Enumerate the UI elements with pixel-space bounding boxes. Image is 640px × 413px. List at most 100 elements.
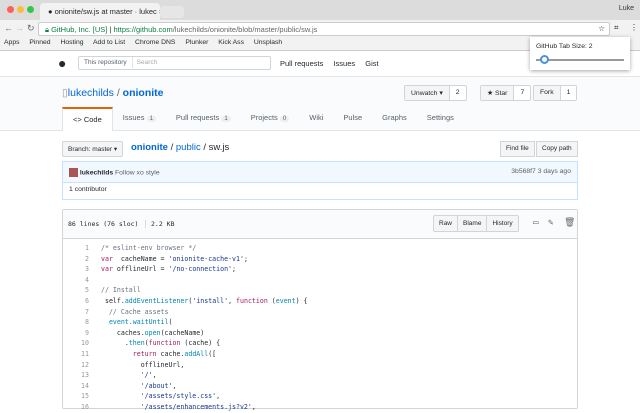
- nav-issues[interactable]: Issues: [333, 59, 355, 68]
- code-token: (cache) {: [180, 339, 221, 348]
- code-token: ,: [251, 402, 256, 411]
- bookmark-pinned[interactable]: Pinned: [29, 39, 50, 46]
- code-token: (: [168, 318, 173, 327]
- nav-gist[interactable]: Gist: [365, 59, 378, 68]
- menu-icon[interactable]: ⋮: [630, 23, 638, 32]
- line-number[interactable]: 7: [63, 307, 101, 318]
- code-token: function: [236, 296, 268, 305]
- close-window-button[interactable]: [7, 6, 14, 13]
- code-token: 'install': [192, 296, 229, 305]
- github-favicon-icon: ●: [48, 7, 55, 16]
- bookmark-unsplash[interactable]: Unsplash: [254, 39, 282, 46]
- browser-toolbar: ← → ↻ 🔒︎ GitHub, Inc. [US] | https://git…: [0, 20, 640, 38]
- line-number[interactable]: 1: [63, 243, 101, 254]
- code-token: return: [101, 349, 157, 358]
- code-token: var: [101, 265, 113, 274]
- tab-graphs[interactable]: Graphs: [372, 107, 417, 131]
- code-line: 16 '/assets/enhancements.js?v2',: [63, 402, 577, 413]
- tab-wiki[interactable]: Wiki: [299, 107, 333, 131]
- line-number[interactable]: 3: [63, 264, 101, 275]
- code-token: var: [101, 254, 113, 263]
- code-token: open: [144, 328, 161, 337]
- pencil-icon[interactable]: ✎: [548, 218, 553, 228]
- code-token: offlineUrl,: [101, 360, 185, 369]
- line-number[interactable]: 8: [63, 317, 101, 328]
- code-token: ;: [232, 265, 237, 274]
- tab-pull-requests[interactable]: Pull requests 1: [166, 107, 241, 131]
- branch-select[interactable]: Branch: master ▾: [62, 141, 124, 157]
- code-token: (cacheName): [160, 328, 205, 337]
- bookmark-apps[interactable]: Apps: [4, 39, 20, 46]
- code-token: ,: [216, 392, 221, 401]
- tab-size-slider[interactable]: [536, 59, 624, 61]
- code-token: /* eslint-env browser */: [101, 244, 197, 252]
- extension-popup: GitHub Tab Size: 2: [530, 37, 630, 70]
- github-logo-icon[interactable]: ●: [58, 55, 66, 71]
- browser-tab-bar: ● onionite/sw.js at master · lukec × Luk…: [0, 0, 640, 20]
- breadcrumb: onionite / public / sw.js: [131, 142, 230, 153]
- search-input[interactable]: This repository Search: [78, 56, 271, 70]
- code-token: (: [267, 296, 276, 305]
- new-tab-button[interactable]: [160, 6, 184, 18]
- code-token: offlineUrl =: [112, 265, 169, 274]
- raw-button[interactable]: Raw: [434, 216, 459, 231]
- line-number[interactable]: 16: [63, 402, 101, 413]
- browser-tab[interactable]: ● onionite/sw.js at master · lukec ×: [40, 3, 160, 20]
- code-line: 13 '/',: [63, 370, 577, 381]
- blame-button[interactable]: Blame: [458, 216, 488, 231]
- code-line: 7 // Cache assets: [63, 307, 577, 318]
- code-token: addEventListener: [124, 296, 189, 305]
- tab-projects[interactable]: Projects 0: [241, 107, 300, 131]
- forward-icon[interactable]: →: [15, 23, 24, 33]
- extension-icon[interactable]: ⌗: [614, 23, 619, 33]
- trash-icon[interactable]: 🗑︎: [564, 218, 575, 228]
- find-file-button[interactable]: Find file: [500, 141, 535, 157]
- star-button[interactable]: ★ Star 7: [480, 85, 532, 101]
- copy-path-button[interactable]: Copy path: [536, 141, 578, 157]
- code-line: 2 var cacheName = 'onionite-cache-v1';: [63, 254, 577, 265]
- bookmark-kick-ass[interactable]: Kick Ass: [218, 39, 244, 46]
- line-number[interactable]: 13: [63, 370, 101, 381]
- line-number[interactable]: 4: [63, 275, 101, 286]
- history-button[interactable]: History: [487, 216, 517, 231]
- line-number[interactable]: 2: [63, 254, 101, 265]
- back-icon[interactable]: ←: [4, 23, 13, 33]
- code-token: ;: [243, 254, 248, 263]
- bookmark-hosting[interactable]: Hosting: [60, 39, 83, 46]
- line-number[interactable]: 10: [63, 338, 101, 349]
- line-number[interactable]: 11: [63, 349, 101, 360]
- address-bar[interactable]: 🔒︎ GitHub, Inc. [US] | https://github.co…: [38, 22, 610, 36]
- slider-thumb[interactable]: [540, 55, 549, 64]
- repo-header: ▯lukechilds / onionite Unwatch ▾ 2 ★ Star…: [0, 77, 640, 131]
- tab-settings[interactable]: Settings: [417, 107, 464, 131]
- minimize-window-button[interactable]: [17, 6, 24, 13]
- nav-pull-requests[interactable]: Pull requests: [280, 59, 323, 68]
- line-number[interactable]: 6: [63, 296, 101, 307]
- line-number[interactable]: 14: [63, 381, 101, 392]
- line-number[interactable]: 5: [63, 285, 101, 296]
- contributors[interactable]: 1 contributor: [62, 183, 578, 200]
- bookmark-chrome-dns[interactable]: Chrome DNS: [135, 39, 175, 46]
- code-token: '/no-connection': [168, 265, 233, 274]
- code-line: 4: [63, 275, 577, 286]
- bookmark-plunker[interactable]: Plunker: [185, 39, 208, 46]
- unwatch-button[interactable]: Unwatch ▾ 2: [404, 85, 467, 101]
- code-line: 10 . then(function (cache) {: [63, 338, 577, 349]
- fork-button[interactable]: Fork 1: [533, 85, 578, 101]
- line-number[interactable]: 12: [63, 360, 101, 371]
- bookmark-add-to-list[interactable]: Add to List: [93, 39, 125, 46]
- reload-icon[interactable]: ↻: [27, 23, 35, 34]
- code-line: 5// Install: [63, 285, 577, 296]
- tab-issues[interactable]: Issues 1: [113, 107, 166, 131]
- code-token: '/': [101, 371, 153, 380]
- bookmark-star-icon[interactable]: ☆: [598, 24, 605, 33]
- tab-code[interactable]: <> Code: [62, 107, 113, 131]
- line-number[interactable]: 15: [63, 391, 101, 402]
- maximize-window-button[interactable]: [27, 6, 34, 13]
- code-token: ) {: [295, 296, 308, 305]
- lock-icon: 🔒︎: [45, 25, 49, 34]
- line-number[interactable]: 9: [63, 328, 101, 339]
- tab-pulse[interactable]: Pulse: [333, 107, 372, 131]
- profile-name[interactable]: Luke: [619, 5, 634, 12]
- desktop-icon[interactable]: ▭: [533, 218, 538, 228]
